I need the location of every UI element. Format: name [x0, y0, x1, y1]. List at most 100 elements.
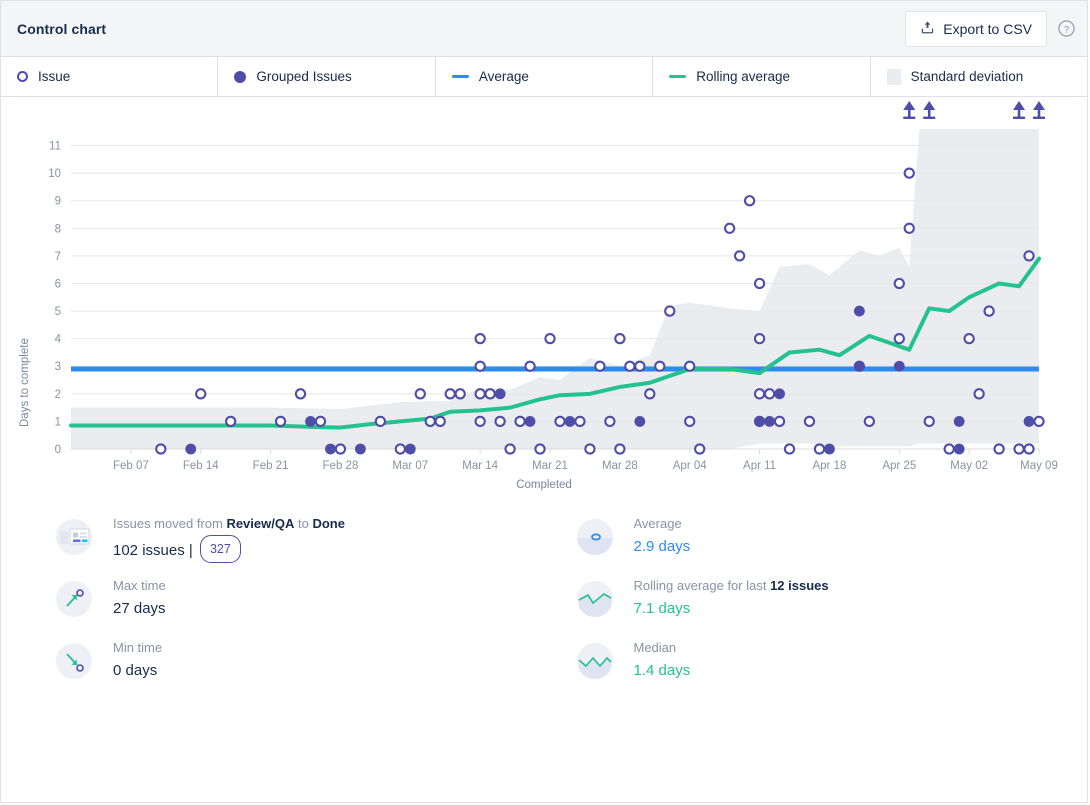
out-of-range-up-arrow[interactable]	[923, 101, 936, 119]
data-point-issue[interactable]	[294, 388, 307, 400]
data-point-issue[interactable]	[594, 360, 606, 372]
data-point-issue[interactable]	[444, 388, 456, 400]
data-point-issue[interactable]	[414, 388, 426, 400]
export-to-csv-button[interactable]: Export to CSV	[905, 10, 1047, 47]
data-point-grouped-issue[interactable]	[764, 416, 775, 427]
data-point-issue[interactable]	[684, 415, 696, 428]
data-point-issue[interactable]	[225, 415, 237, 428]
data-point-issue[interactable]	[434, 415, 446, 428]
data-point-grouped-issue[interactable]	[754, 416, 765, 427]
legend-item-issue[interactable]: Issue	[1, 57, 219, 96]
data-point-issue[interactable]	[574, 415, 586, 428]
legend-label-grouped-issues: Grouped Issues	[256, 69, 352, 84]
data-point-issue[interactable]	[893, 333, 905, 345]
data-point-issue[interactable]	[684, 360, 696, 372]
data-point-grouped-issue[interactable]	[953, 443, 965, 455]
data-point-issue[interactable]	[773, 415, 786, 428]
data-point-issue[interactable]	[963, 333, 975, 345]
data-point-issue[interactable]	[1033, 415, 1045, 428]
data-point-grouped-issue[interactable]	[853, 305, 865, 317]
data-point-issue[interactable]	[903, 222, 915, 234]
data-point-issue[interactable]	[494, 415, 506, 428]
issues-count-badge[interactable]: 327	[199, 535, 241, 563]
out-of-range-up-arrow[interactable]	[1013, 101, 1026, 119]
data-point-issue[interactable]	[923, 415, 935, 428]
data-point-issue[interactable]	[1023, 443, 1035, 455]
data-point-issue[interactable]	[644, 388, 656, 400]
data-point-issue[interactable]	[983, 305, 995, 317]
legend-item-standard-deviation[interactable]: Standard deviation	[871, 57, 1087, 96]
data-point-grouped-issue[interactable]	[185, 443, 197, 455]
legend-item-rolling-average[interactable]: Rolling average	[653, 57, 871, 96]
data-point-issue[interactable]	[274, 415, 287, 428]
data-point-grouped-issue[interactable]	[325, 443, 336, 455]
data-point-issue[interactable]	[614, 443, 626, 455]
data-point-grouped-issue[interactable]	[1023, 416, 1035, 427]
chart-area[interactable]: 0 1 2 3 4 5 6 7 8 9 10 11 Feb 07 Feb 14 Feb 21 Feb 28 Ma…	[1, 97, 1087, 501]
data-point-issue[interactable]	[454, 388, 466, 400]
data-point-grouped-issue[interactable]	[893, 360, 905, 372]
data-point-grouped-issue[interactable]	[634, 416, 646, 427]
data-point-grouped-issue[interactable]	[953, 416, 965, 427]
out-of-range-up-arrow[interactable]	[903, 101, 916, 119]
data-point-issue[interactable]	[664, 305, 676, 317]
legend-item-average[interactable]: Average	[436, 57, 654, 96]
data-point-issue[interactable]	[783, 443, 796, 455]
data-point-grouped-issue[interactable]	[524, 416, 536, 427]
data-point-issue[interactable]	[624, 360, 636, 372]
data-point-issue[interactable]	[614, 333, 626, 345]
data-point-issue[interactable]	[554, 415, 566, 428]
data-point-grouped-issue[interactable]	[355, 443, 366, 455]
data-point-grouped-issue[interactable]	[853, 360, 865, 372]
data-point-issue[interactable]	[504, 443, 516, 455]
data-point-issue[interactable]	[733, 250, 746, 262]
data-point-issue[interactable]	[803, 415, 816, 428]
data-point-issue[interactable]	[314, 415, 327, 428]
data-point-issue[interactable]	[763, 388, 776, 400]
data-point-grouped-issue[interactable]	[305, 416, 316, 427]
data-point-issue[interactable]	[604, 415, 616, 428]
data-point-issue[interactable]	[753, 333, 766, 345]
data-point-issue[interactable]	[334, 443, 347, 455]
data-point-issue[interactable]	[534, 443, 546, 455]
data-point-issue[interactable]	[514, 415, 526, 428]
data-point-grouped-issue[interactable]	[774, 388, 785, 400]
data-point-issue[interactable]	[863, 415, 876, 428]
data-point-issue[interactable]	[753, 277, 766, 290]
data-point-issue[interactable]	[484, 388, 496, 400]
legend-item-grouped-issues[interactable]: Grouped Issues	[218, 57, 436, 96]
data-point-issue[interactable]	[195, 388, 207, 400]
data-point-issue[interactable]	[903, 167, 915, 179]
data-point-issue[interactable]	[634, 360, 646, 372]
control-chart-plot[interactable]: 0 1 2 3 4 5 6 7 8 9 10 11 Feb 07 Feb 14 Feb 21 Feb 28 Ma…	[1, 97, 1089, 501]
data-point-issue[interactable]	[155, 443, 167, 455]
data-point-issue[interactable]	[474, 415, 486, 428]
data-point-issue[interactable]	[1023, 250, 1035, 262]
data-point-issue[interactable]	[474, 388, 486, 400]
data-point-issue[interactable]	[893, 277, 905, 290]
data-point-issue[interactable]	[544, 333, 556, 345]
data-point-issue[interactable]	[524, 360, 536, 372]
data-point-issue[interactable]	[743, 195, 756, 207]
data-point-issue[interactable]	[753, 388, 766, 400]
data-point-issue[interactable]	[723, 222, 736, 234]
data-point-issue[interactable]	[424, 415, 436, 428]
help-circle-icon[interactable]: ?	[1055, 18, 1077, 40]
data-point-issue[interactable]	[584, 443, 596, 455]
data-point-grouped-issue[interactable]	[494, 388, 506, 400]
data-point-issue[interactable]	[654, 360, 666, 372]
data-point-issue[interactable]	[474, 333, 486, 345]
data-point-grouped-issue[interactable]	[564, 416, 576, 427]
data-point-issue[interactable]	[394, 443, 406, 455]
data-point-grouped-issue[interactable]	[824, 443, 835, 455]
data-point-issue[interactable]	[973, 388, 985, 400]
data-point-issue[interactable]	[474, 360, 486, 372]
data-point-grouped-issue[interactable]	[404, 443, 416, 455]
out-of-range-up-arrow[interactable]	[1033, 101, 1045, 119]
data-point-issue[interactable]	[813, 443, 826, 455]
data-point-issue[interactable]	[1013, 443, 1025, 455]
data-point-issue[interactable]	[993, 443, 1005, 455]
data-point-issue[interactable]	[694, 443, 706, 455]
data-point-issue[interactable]	[943, 443, 955, 455]
data-point-issue[interactable]	[374, 415, 387, 428]
